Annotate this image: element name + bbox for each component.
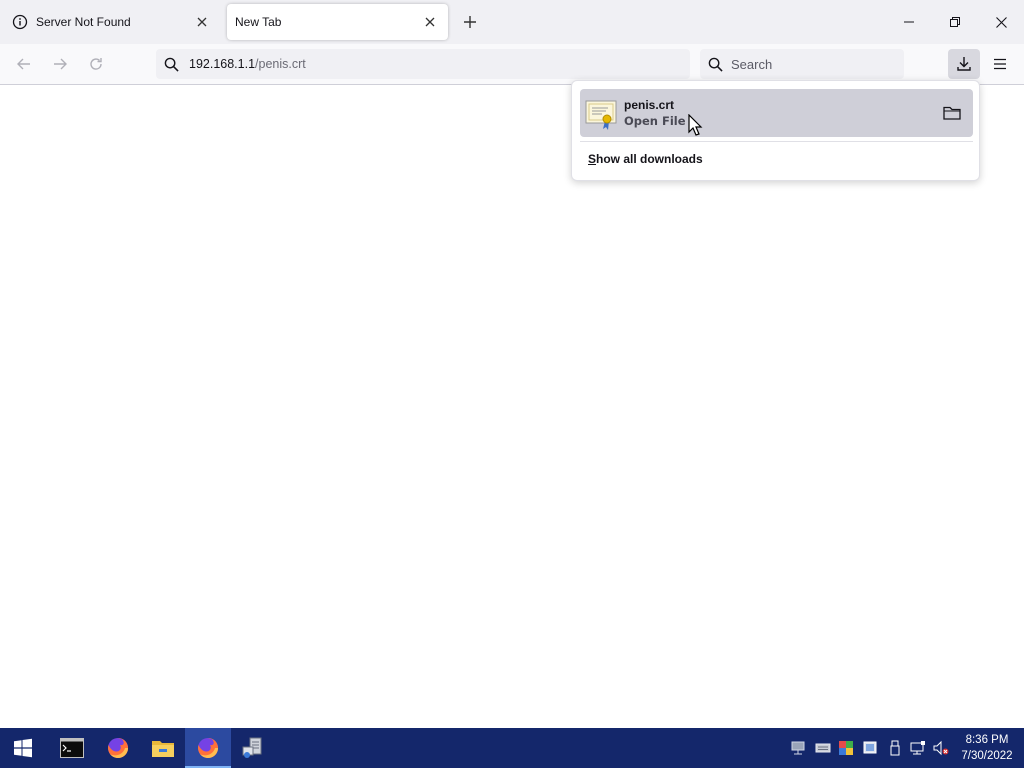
windows-start-icon bbox=[14, 738, 32, 758]
close-window-button[interactable] bbox=[978, 0, 1024, 44]
tab-strip: Server Not Found New Tab bbox=[0, 0, 1024, 44]
search-icon bbox=[708, 57, 723, 72]
network-icon[interactable] bbox=[790, 740, 806, 756]
firefox-icon bbox=[198, 737, 219, 758]
volume-muted-icon[interactable] bbox=[933, 740, 949, 756]
hamburger-menu-icon bbox=[994, 58, 1006, 70]
forward-button[interactable] bbox=[46, 52, 74, 76]
taskbar-file-explorer[interactable] bbox=[140, 728, 186, 768]
clock-time: 8:36 PM bbox=[965, 734, 1009, 746]
firefox-icon bbox=[108, 737, 129, 758]
reload-icon bbox=[90, 58, 102, 70]
download-status: Open File bbox=[624, 114, 686, 128]
restore-button[interactable] bbox=[932, 0, 978, 44]
usb-icon[interactable] bbox=[887, 740, 903, 756]
folder-icon[interactable] bbox=[942, 103, 962, 123]
show-all-downloads-link[interactable]: Show all downloads bbox=[588, 152, 703, 166]
navigation-toolbar: 192.168.1.1/penis.crt bbox=[0, 44, 1024, 85]
taskbar-command-prompt[interactable] bbox=[49, 728, 95, 768]
tab-title: Server Not Found bbox=[36, 15, 131, 29]
download-icon bbox=[957, 57, 971, 71]
start-button[interactable] bbox=[0, 728, 46, 768]
info-icon bbox=[12, 14, 28, 30]
url-path: /penis.crt bbox=[255, 57, 306, 71]
url-host: 192.168.1.1 bbox=[189, 57, 256, 71]
keyboard-icon[interactable] bbox=[815, 740, 831, 756]
url-bar[interactable]: 192.168.1.1/penis.crt bbox=[156, 49, 690, 79]
command-prompt-icon bbox=[60, 738, 84, 758]
tab-server-not-found[interactable]: Server Not Found bbox=[4, 4, 220, 40]
downloads-button[interactable] bbox=[948, 49, 980, 79]
tab-new-tab[interactable]: New Tab bbox=[227, 4, 448, 40]
mouse-cursor-icon bbox=[688, 114, 703, 136]
plus-icon bbox=[464, 16, 476, 28]
reload-button[interactable] bbox=[82, 52, 110, 76]
system-clock[interactable]: 8:36 PM 7/30/2022 bbox=[956, 732, 1018, 764]
search-input[interactable] bbox=[731, 56, 891, 72]
divider bbox=[580, 141, 973, 142]
color-icon[interactable] bbox=[838, 740, 854, 756]
arrow-right-icon bbox=[54, 58, 67, 70]
taskbar-server-manager[interactable] bbox=[230, 728, 276, 768]
close-icon bbox=[995, 16, 1007, 28]
display-icon[interactable] bbox=[862, 740, 878, 756]
certificate-icon bbox=[585, 100, 617, 130]
download-filename: penis.crt bbox=[624, 98, 675, 112]
arrow-left-icon bbox=[17, 58, 30, 70]
file-explorer-icon bbox=[152, 741, 174, 757]
minimize-icon bbox=[904, 21, 914, 23]
taskbar-firefox[interactable] bbox=[95, 728, 141, 768]
tab-title: New Tab bbox=[235, 15, 282, 29]
taskbar-firefox-active[interactable] bbox=[185, 728, 231, 768]
close-icon[interactable] bbox=[420, 12, 440, 32]
monitor-network-icon[interactable] bbox=[910, 740, 926, 756]
new-tab-button[interactable] bbox=[458, 10, 482, 34]
access-key-letter: S bbox=[588, 152, 597, 166]
back-button[interactable] bbox=[10, 52, 38, 76]
search-bar[interactable] bbox=[700, 49, 904, 79]
server-manager-icon bbox=[242, 737, 262, 758]
downloads-panel: penis.crt Open File Show all downloads bbox=[571, 80, 980, 181]
close-icon[interactable] bbox=[192, 12, 212, 32]
taskbar: 8:36 PM 7/30/2022 bbox=[0, 728, 1024, 768]
minimize-button[interactable] bbox=[886, 0, 932, 44]
browser-window: Server Not Found New Tab 192.168.1.1 /pe… bbox=[0, 0, 1024, 728]
app-menu-button[interactable] bbox=[986, 49, 1014, 79]
clock-date: 7/30/2022 bbox=[961, 750, 1013, 762]
download-item[interactable]: penis.crt Open File bbox=[580, 89, 973, 137]
search-icon bbox=[164, 57, 179, 72]
restore-icon bbox=[950, 17, 960, 27]
link-text: how all downloads bbox=[596, 152, 703, 166]
